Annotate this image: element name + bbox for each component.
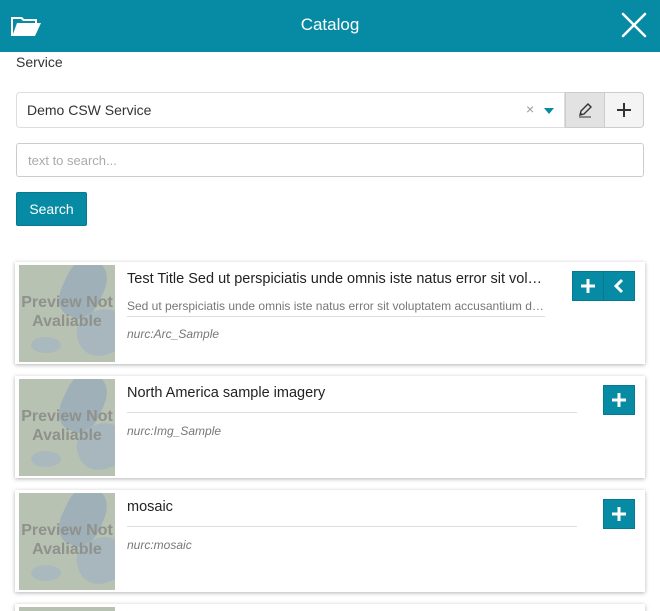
plus-icon (581, 279, 595, 293)
preview-thumbnail: Preview Not Avaliable (19, 493, 115, 590)
preview-not-available-text: Preview Not Avaliable (21, 408, 113, 444)
plus-icon (617, 103, 631, 117)
search-button[interactable]: Search (16, 192, 87, 226)
close-icon[interactable] (620, 11, 648, 39)
service-select-value: Demo CSW Service (27, 102, 152, 118)
plus-icon (612, 393, 626, 407)
edit-service-button[interactable] (565, 92, 605, 128)
preview-thumbnail: Preview Not Avaliable (19, 379, 115, 476)
add-layer-button[interactable] (572, 271, 604, 301)
search-input[interactable] (16, 143, 644, 177)
page-title: Catalog (300, 15, 360, 34)
preview-thumbnail: Preview Not Avaliable (19, 265, 115, 362)
divider (127, 316, 545, 317)
clear-selection-button[interactable]: × (526, 101, 534, 117)
divider (127, 526, 577, 527)
preview-thumbnail (19, 607, 115, 611)
record-description: Sed ut perspiciatis unde omnis iste natu… (127, 299, 545, 313)
plus-icon (612, 507, 626, 521)
preview-not-available-text: Preview Not Avaliable (21, 294, 113, 330)
add-service-button[interactable] (604, 92, 644, 128)
record-card: Preview Not Avaliable Test Title Sed ut … (15, 262, 645, 364)
preview-not-available-text: Preview Not Avaliable (21, 522, 113, 558)
service-select[interactable]: Demo CSW Service × (16, 92, 565, 128)
chevron-down-icon[interactable] (544, 108, 554, 114)
record-card: Preview Not Avaliable mosaic nurc:mosaic (15, 490, 645, 592)
record-title: North America sample imagery (127, 385, 326, 401)
record-card (15, 604, 645, 611)
collapse-button[interactable] (603, 271, 635, 301)
pencil-icon (579, 103, 592, 118)
record-title: mosaic (127, 499, 173, 515)
service-label: Service (16, 54, 63, 70)
record-identifier: nurc:mosaic (127, 538, 192, 552)
record-title: Test Title Sed ut perspiciatis unde omni… (127, 271, 545, 287)
chevron-left-icon (613, 278, 624, 294)
record-card: Preview Not Avaliable North America samp… (15, 376, 645, 478)
record-identifier: nurc:Arc_Sample (127, 327, 220, 341)
record-identifier: nurc:Img_Sample (127, 424, 222, 438)
add-layer-button[interactable] (603, 499, 635, 529)
divider (127, 412, 577, 413)
add-layer-button[interactable] (603, 385, 635, 415)
catalog-header: Catalog (0, 0, 660, 52)
